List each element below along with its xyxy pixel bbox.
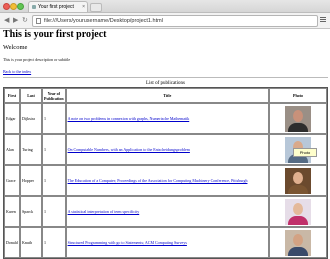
cell-year: 1 (42, 103, 66, 134)
table-row: Karen Sparck 1 A statistical interpretation… (4, 196, 327, 227)
author-photo (285, 198, 311, 225)
favicon-icon (32, 4, 36, 9)
cell-first: Grace (4, 165, 20, 196)
cell-title: A statistical interpretation of term spe… (65, 196, 269, 227)
cell-last: Knuth (20, 227, 42, 258)
publication-link[interactable]: The Education of a Computer; Proceedings… (68, 178, 248, 183)
page-subtitle: This is your project description or subt… (3, 57, 71, 62)
cell-year: 1 (42, 165, 66, 196)
cell-last: Hopper (20, 165, 42, 196)
address-bar[interactable]: file:///Users/yourusername/Desktop/proje… (32, 15, 318, 27)
close-window-icon[interactable] (3, 3, 10, 10)
page-content: This is your first project Welcome This … (3, 29, 330, 259)
browser-toolbar: ◀ ▶ ↻ file:///Users/yourusername/Desktop… (0, 12, 330, 29)
author-photo (285, 229, 311, 256)
table-row: Donald Knuth 1 Structured Programming with … (4, 227, 327, 258)
cell-first: Donald (4, 227, 20, 258)
maximize-window-icon[interactable] (17, 3, 24, 10)
publication-link[interactable]: Structured Programming with go to Statem… (68, 240, 187, 245)
cell-photo (269, 165, 327, 196)
back-arrow-icon[interactable]: ◀ (4, 15, 9, 25)
intro-paragraph: Welcome (3, 44, 28, 51)
cell-first: Karen (4, 196, 20, 227)
tab-title: Your first project (38, 4, 74, 10)
author-photo (285, 167, 311, 194)
header-last: Last (20, 88, 42, 103)
cell-year: 1 (42, 196, 66, 227)
publications-table: First Last Year of Publication Title Pho… (3, 87, 328, 259)
browser-tab-bar: Your first project × (0, 0, 330, 13)
header-photo: Photo (269, 88, 327, 103)
cell-first: Edgar (4, 103, 20, 134)
cell-title: The Education of a Computer; Proceedings… (65, 165, 269, 196)
table-row: Edgar Dijkstra 1 A note on two problems in … (4, 103, 327, 134)
publication-link[interactable]: A note on two problems in connexion with… (68, 116, 190, 121)
cell-year: 1 (42, 134, 66, 165)
url-text: file:///Users/yourusername/Desktop/proje… (44, 18, 163, 24)
publication-link[interactable]: On Computable Numbers, with an Applicati… (68, 147, 190, 152)
publication-link[interactable]: A statistical interpretation of term spe… (68, 209, 140, 214)
document-icon (36, 17, 41, 24)
forward-arrow-icon[interactable]: ▶ (13, 15, 18, 25)
author-photo (285, 105, 311, 132)
menu-icon[interactable] (320, 17, 326, 23)
cell-first: Alan (4, 134, 20, 165)
minimize-window-icon[interactable] (10, 3, 17, 10)
header-title: Title (65, 88, 269, 103)
table-header-row: First Last Year of Publication Title Pho… (4, 88, 327, 103)
new-tab-button[interactable] (90, 3, 102, 12)
cell-title: Structured Programming with go to Statem… (65, 227, 269, 258)
reload-icon[interactable]: ↻ (22, 15, 28, 25)
table-caption: List of publications (146, 81, 185, 86)
cell-photo (269, 103, 327, 134)
cell-title: A note on two problems in connexion with… (65, 103, 269, 134)
cell-year: 1 (42, 227, 66, 258)
cell-photo (269, 227, 327, 258)
table-row: Alan Turing 1 On Computable Numbers, with a… (4, 134, 327, 165)
divider (3, 77, 328, 78)
header-year: Year of Publication (42, 88, 66, 103)
photo-tooltip: Photo (293, 148, 317, 157)
cell-photo (269, 196, 327, 227)
back-link[interactable]: Back to the index (3, 69, 31, 74)
cell-last: Turing (20, 134, 42, 165)
cell-last: Dijkstra (20, 103, 42, 134)
cell-title: On Computable Numbers, with an Applicati… (65, 134, 269, 165)
header-first: First (4, 88, 20, 103)
cell-last: Sparck (20, 196, 42, 227)
tab-close-icon[interactable]: × (82, 2, 85, 12)
page-title: This is your first project (3, 29, 107, 40)
table-row: Grace Hopper 1 The Education of a Computer;… (4, 165, 327, 196)
